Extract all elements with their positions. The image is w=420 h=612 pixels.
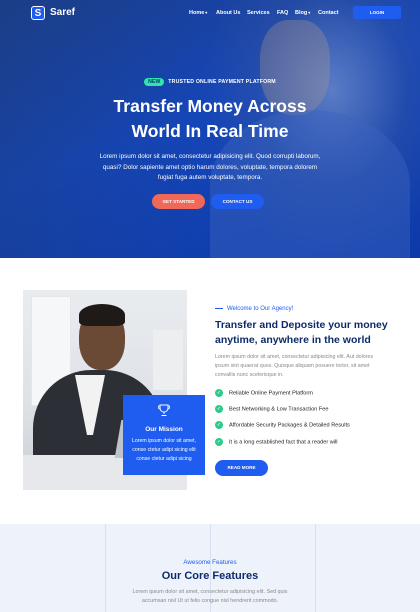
hero-title: Transfer Money Across World In Real Time	[113, 96, 307, 141]
about-description: Lorem ipsum dolor sit amet, consectetur …	[215, 354, 374, 378]
check-icon: ✓	[215, 405, 223, 413]
chevron-down-icon: ▾	[205, 10, 208, 15]
read-more-button[interactable]: READ MORE	[215, 460, 268, 476]
nav-item-blog[interactable]: Blog▾	[295, 9, 310, 17]
hero-badge-row: NEW TRUSTED ONLINE PAYMENT PLATFORM	[0, 78, 420, 86]
features-subtitle: Awesome Features	[183, 559, 237, 566]
hero-section: S Saref Home▾ About Us Services FAQ Blog…	[0, 0, 420, 258]
contact-us-button[interactable]: CONTACT US	[211, 194, 264, 209]
features-section: Awesome Features Our Core Features Lorem…	[0, 524, 420, 612]
get-started-button[interactable]: GET STARTED	[152, 194, 205, 209]
nav-item-faq[interactable]: FAQ	[277, 9, 288, 17]
hero-tagline: TRUSTED ONLINE PAYMENT PLATFORM	[168, 79, 276, 85]
mission-text: Lorem ipsum dolor sit amet, conse ctetur…	[131, 438, 196, 462]
check-icon: ✓	[215, 389, 223, 397]
nav-item-contact[interactable]: Contact	[318, 9, 338, 17]
chevron-down-icon: ▾	[308, 10, 311, 15]
features-description: Lorem ipsum dolor sit amet, consectetur …	[132, 589, 288, 604]
logo-icon[interactable]: S	[31, 6, 45, 20]
features-title: Our Core Features	[161, 570, 259, 582]
mission-card: Our Mission Lorem ipsum dolor sit amet, …	[123, 395, 205, 475]
nav-item-services[interactable]: Services	[247, 9, 270, 17]
check-icon: ✓	[215, 421, 223, 429]
new-badge: NEW	[144, 78, 165, 86]
check-icon: ✓	[215, 438, 223, 446]
feature-check-item: ✓ It is a long established fact that a re…	[215, 438, 338, 446]
feature-check-item: ✓ Reliable Online Payment Platform	[215, 389, 313, 397]
hero-description: Lorem ipsum dolor sit amet, consectetur …	[99, 153, 321, 182]
about-title: Transfer and Deposite your money anytime…	[215, 319, 388, 346]
feature-check-item: ✓ Best Networking & Low Transaction Fee	[215, 405, 329, 413]
nav-item-about[interactable]: About Us	[216, 9, 240, 17]
trophy-icon	[158, 404, 170, 416]
nav-item-home[interactable]: Home▾	[189, 9, 207, 17]
top-navbar: S Saref Home▾ About Us Services FAQ Blog…	[0, 0, 420, 26]
agency-tag: Welcome to Our Agency!	[215, 305, 293, 313]
mission-title: Our Mission	[145, 426, 183, 433]
brand-name[interactable]: Saref	[50, 6, 75, 20]
feature-check-item: ✓ Affordable Security Packages & Detailed…	[215, 421, 350, 429]
login-button[interactable]: LOGIN	[353, 6, 401, 19]
